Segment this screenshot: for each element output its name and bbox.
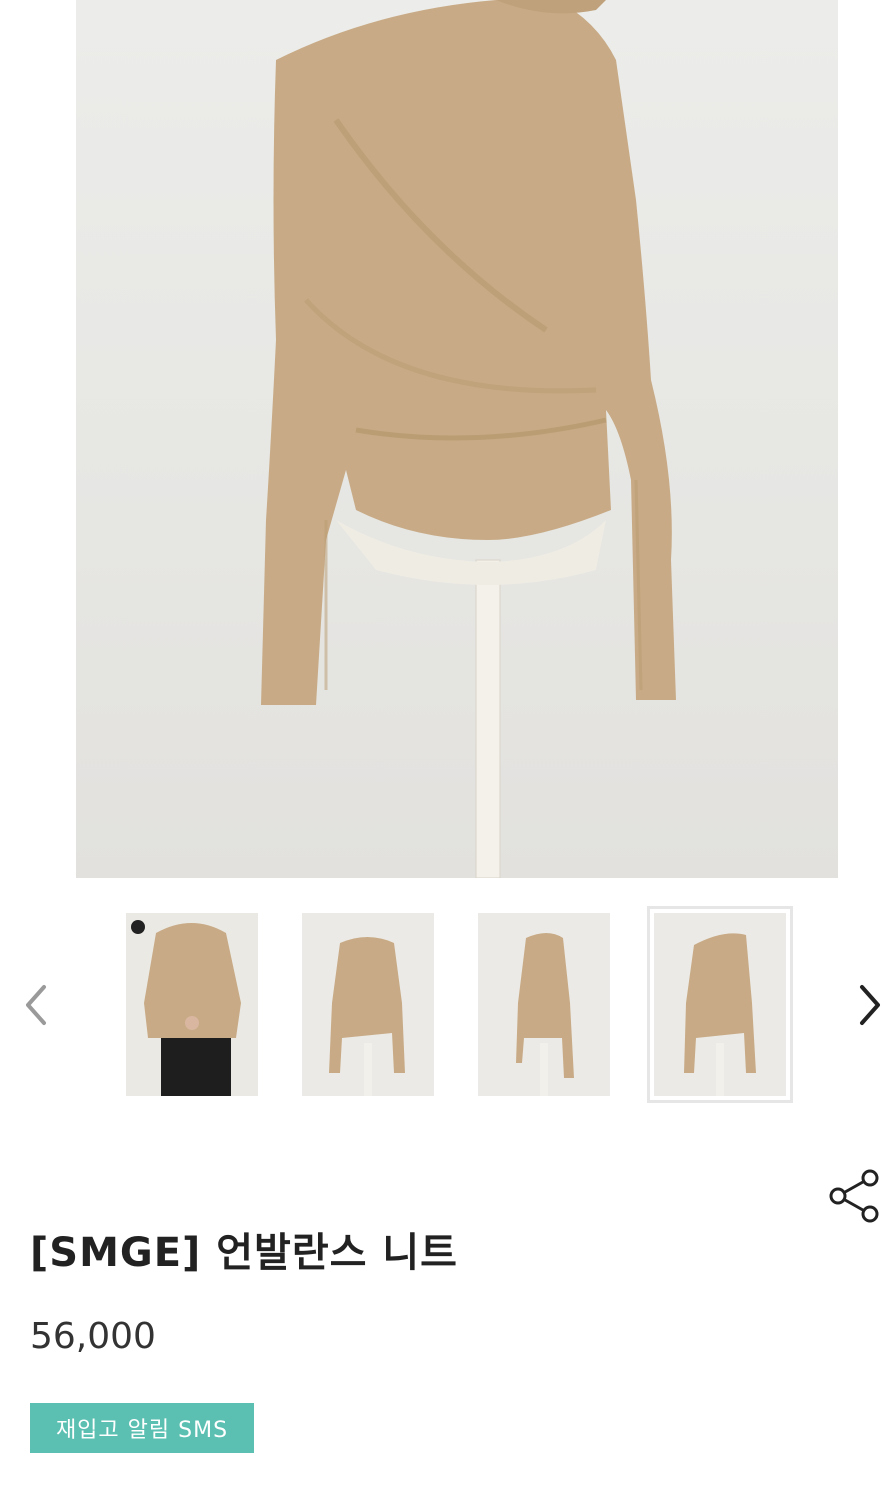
product-title: [SMGE] 언발란스 니트 <box>30 1230 458 1276</box>
share-icon <box>829 1169 879 1223</box>
next-thumbnail-button[interactable] <box>844 980 892 1030</box>
thumbnail-1[interactable] <box>126 913 258 1096</box>
main-product-image <box>76 0 838 878</box>
thumbnail-image <box>654 913 786 1096</box>
chevron-right-icon <box>860 985 880 1025</box>
thumbnail-carousel <box>0 900 892 1110</box>
thumbnail-image <box>478 913 610 1096</box>
thumbnail-image <box>302 913 434 1096</box>
thumbnail-2[interactable] <box>302 913 434 1096</box>
thumbnail-3[interactable] <box>478 913 610 1096</box>
sweater-illustration <box>261 0 676 878</box>
product-price: 56,000 <box>30 1316 156 1357</box>
prev-thumbnail-button[interactable] <box>12 980 62 1030</box>
chevron-left-icon <box>26 985 46 1025</box>
thumbnail-image <box>126 913 258 1096</box>
thumbnail-4[interactable] <box>647 906 793 1103</box>
share-button[interactable] <box>824 1166 884 1226</box>
restock-sms-button[interactable]: 재입고 알림 SMS <box>30 1403 254 1453</box>
